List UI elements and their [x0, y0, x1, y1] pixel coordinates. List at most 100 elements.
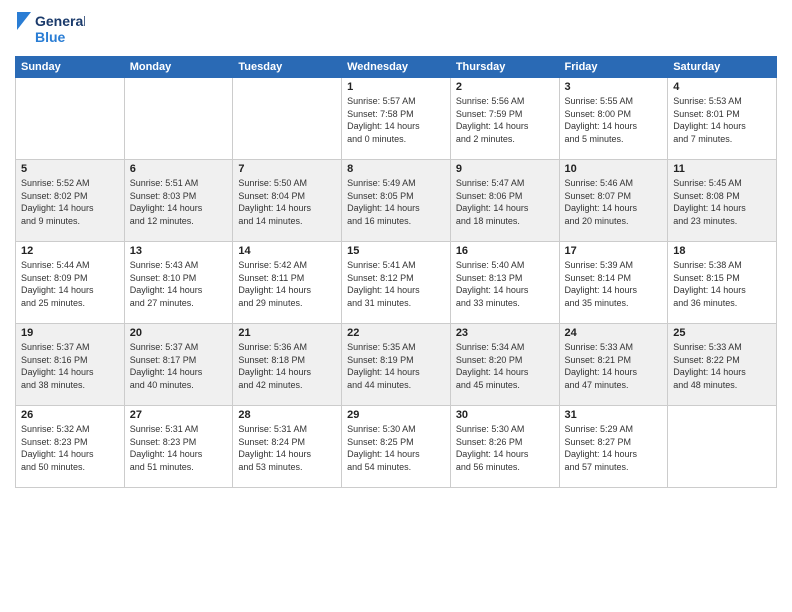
day-number: 5: [21, 163, 119, 175]
calendar-cell: 5 Sunrise: 5:52 AMSunset: 8:02 PMDaylight…: [16, 160, 125, 242]
day-number: 22: [347, 327, 445, 339]
calendar-week-row: 12Sunrise: 5:44 AMSunset: 8:09 PMDayligh…: [16, 242, 777, 324]
cell-info: Sunrise: 5:56 AMSunset: 7:59 PMDaylight:…: [456, 95, 554, 145]
cell-info: Sunrise: 5:39 AMSunset: 8:14 PMDaylight:…: [565, 259, 663, 309]
cell-info: Sunrise: 5:44 AMSunset: 8:09 PMDaylight:…: [21, 259, 119, 309]
day-number: 30: [456, 409, 554, 421]
weekday-header-thursday: Thursday: [450, 57, 559, 78]
calendar-cell: [233, 78, 342, 160]
day-number: 3: [565, 81, 663, 93]
day-number: 1: [347, 81, 445, 93]
calendar-cell: 30 Sunrise: 5:30 AMSunset: 8:26 PMDayligh…: [450, 406, 559, 488]
calendar-cell: 8 Sunrise: 5:49 AMSunset: 8:05 PMDaylight…: [342, 160, 451, 242]
cell-info: Sunrise: 5:30 AMSunset: 8:26 PMDaylight:…: [456, 423, 554, 473]
cell-info: Sunrise: 5:33 AMSunset: 8:22 PMDaylight:…: [673, 341, 771, 391]
header: GeneralBlue: [15, 10, 777, 48]
day-number: 27: [130, 409, 228, 421]
day-number: 8: [347, 163, 445, 175]
weekday-header-monday: Monday: [124, 57, 233, 78]
cell-info: Sunrise: 5:49 AMSunset: 8:05 PMDaylight:…: [347, 177, 445, 227]
svg-text:Blue: Blue: [35, 29, 66, 45]
calendar-cell: 2Sunrise: 5:56 AMSunset: 7:59 PMDaylight…: [450, 78, 559, 160]
calendar-cell: 27 Sunrise: 5:31 AMSunset: 8:23 PMDayligh…: [124, 406, 233, 488]
day-number: 10: [565, 163, 663, 175]
calendar-page: GeneralBlue SundayMondayTuesdayWednesday…: [0, 0, 792, 612]
day-number: 23: [456, 327, 554, 339]
calendar-cell: 26 Sunrise: 5:32 AMSunset: 8:23 PMDayligh…: [16, 406, 125, 488]
calendar-week-row: 19Sunrise: 5:37 AMSunset: 8:16 PMDayligh…: [16, 324, 777, 406]
cell-info: Sunrise: 5:57 AMSunset: 7:58 PMDaylight:…: [347, 95, 445, 145]
calendar-cell: 21 Sunrise: 5:36 AMSunset: 8:18 PMDayligh…: [233, 324, 342, 406]
cell-info: Sunrise: 5:33 AMSunset: 8:21 PMDaylight:…: [565, 341, 663, 391]
calendar-cell: 17 Sunrise: 5:39 AMSunset: 8:14 PMDayligh…: [559, 242, 668, 324]
day-number: 20: [130, 327, 228, 339]
cell-info: Sunrise: 5:52 AMSunset: 8:02 PMDaylight:…: [21, 177, 119, 227]
cell-info: Sunrise: 5:43 AMSunset: 8:10 PMDaylight:…: [130, 259, 228, 309]
day-number: 13: [130, 245, 228, 257]
calendar-table: SundayMondayTuesdayWednesdayThursdayFrid…: [15, 56, 777, 488]
calendar-cell: 7 Sunrise: 5:50 AMSunset: 8:04 PMDaylight…: [233, 160, 342, 242]
cell-info: Sunrise: 5:31 AMSunset: 8:23 PMDaylight:…: [130, 423, 228, 473]
calendar-cell: 11Sunrise: 5:45 AMSunset: 8:08 PMDayligh…: [668, 160, 777, 242]
cell-info: Sunrise: 5:29 AMSunset: 8:27 PMDaylight:…: [565, 423, 663, 473]
calendar-cell: 28 Sunrise: 5:31 AMSunset: 8:24 PMDayligh…: [233, 406, 342, 488]
calendar-cell: 24 Sunrise: 5:33 AMSunset: 8:21 PMDayligh…: [559, 324, 668, 406]
calendar-cell: 12Sunrise: 5:44 AMSunset: 8:09 PMDayligh…: [16, 242, 125, 324]
calendar-cell: 23 Sunrise: 5:34 AMSunset: 8:20 PMDayligh…: [450, 324, 559, 406]
weekday-header-row: SundayMondayTuesdayWednesdayThursdayFrid…: [16, 57, 777, 78]
calendar-cell: 18Sunrise: 5:38 AMSunset: 8:15 PMDayligh…: [668, 242, 777, 324]
cell-info: Sunrise: 5:50 AMSunset: 8:04 PMDaylight:…: [238, 177, 336, 227]
calendar-cell: 9Sunrise: 5:47 AMSunset: 8:06 PMDaylight…: [450, 160, 559, 242]
calendar-cell: 29 Sunrise: 5:30 AMSunset: 8:25 PMDayligh…: [342, 406, 451, 488]
cell-info: Sunrise: 5:53 AMSunset: 8:01 PMDaylight:…: [673, 95, 771, 145]
day-number: 26: [21, 409, 119, 421]
cell-info: Sunrise: 5:40 AMSunset: 8:13 PMDaylight:…: [456, 259, 554, 309]
day-number: 24: [565, 327, 663, 339]
day-number: 6: [130, 163, 228, 175]
calendar-cell: 19Sunrise: 5:37 AMSunset: 8:16 PMDayligh…: [16, 324, 125, 406]
weekday-header-tuesday: Tuesday: [233, 57, 342, 78]
cell-info: Sunrise: 5:32 AMSunset: 8:23 PMDaylight:…: [21, 423, 119, 473]
day-number: 14: [238, 245, 336, 257]
calendar-cell: 31 Sunrise: 5:29 AMSunset: 8:27 PMDayligh…: [559, 406, 668, 488]
day-number: 29: [347, 409, 445, 421]
calendar-cell: 1 Sunrise: 5:57 AMSunset: 7:58 PMDaylight…: [342, 78, 451, 160]
day-number: 28: [238, 409, 336, 421]
calendar-cell: 25Sunrise: 5:33 AMSunset: 8:22 PMDayligh…: [668, 324, 777, 406]
day-number: 31: [565, 409, 663, 421]
cell-info: Sunrise: 5:31 AMSunset: 8:24 PMDaylight:…: [238, 423, 336, 473]
calendar-cell: 14Sunrise: 5:42 AMSunset: 8:11 PMDayligh…: [233, 242, 342, 324]
calendar-cell: 13 Sunrise: 5:43 AMSunset: 8:10 PMDayligh…: [124, 242, 233, 324]
svg-text:General: General: [35, 13, 85, 29]
day-number: 11: [673, 163, 771, 175]
logo: GeneralBlue: [15, 10, 85, 48]
cell-info: Sunrise: 5:37 AMSunset: 8:17 PMDaylight:…: [130, 341, 228, 391]
day-number: 16: [456, 245, 554, 257]
day-number: 15: [347, 245, 445, 257]
calendar-week-row: 26 Sunrise: 5:32 AMSunset: 8:23 PMDayligh…: [16, 406, 777, 488]
cell-info: Sunrise: 5:36 AMSunset: 8:18 PMDaylight:…: [238, 341, 336, 391]
calendar-cell: 4 Sunrise: 5:53 AMSunset: 8:01 PMDaylight…: [668, 78, 777, 160]
cell-info: Sunrise: 5:37 AMSunset: 8:16 PMDaylight:…: [21, 341, 119, 391]
calendar-cell: [124, 78, 233, 160]
cell-info: Sunrise: 5:35 AMSunset: 8:19 PMDaylight:…: [347, 341, 445, 391]
cell-info: Sunrise: 5:38 AMSunset: 8:15 PMDaylight:…: [673, 259, 771, 309]
cell-info: Sunrise: 5:47 AMSunset: 8:06 PMDaylight:…: [456, 177, 554, 227]
calendar-cell: 22 Sunrise: 5:35 AMSunset: 8:19 PMDayligh…: [342, 324, 451, 406]
day-number: 7: [238, 163, 336, 175]
calendar-cell: 10Sunrise: 5:46 AMSunset: 8:07 PMDayligh…: [559, 160, 668, 242]
calendar-week-row: 1 Sunrise: 5:57 AMSunset: 7:58 PMDaylight…: [16, 78, 777, 160]
calendar-week-row: 5 Sunrise: 5:52 AMSunset: 8:02 PMDaylight…: [16, 160, 777, 242]
calendar-cell: 16 Sunrise: 5:40 AMSunset: 8:13 PMDayligh…: [450, 242, 559, 324]
cell-info: Sunrise: 5:55 AMSunset: 8:00 PMDaylight:…: [565, 95, 663, 145]
day-number: 21: [238, 327, 336, 339]
calendar-cell: 15Sunrise: 5:41 AMSunset: 8:12 PMDayligh…: [342, 242, 451, 324]
cell-info: Sunrise: 5:51 AMSunset: 8:03 PMDaylight:…: [130, 177, 228, 227]
cell-info: Sunrise: 5:30 AMSunset: 8:25 PMDaylight:…: [347, 423, 445, 473]
calendar-cell: 6 Sunrise: 5:51 AMSunset: 8:03 PMDaylight…: [124, 160, 233, 242]
calendar-cell: [16, 78, 125, 160]
day-number: 4: [673, 81, 771, 93]
calendar-cell: [668, 406, 777, 488]
day-number: 17: [565, 245, 663, 257]
cell-info: Sunrise: 5:34 AMSunset: 8:20 PMDaylight:…: [456, 341, 554, 391]
